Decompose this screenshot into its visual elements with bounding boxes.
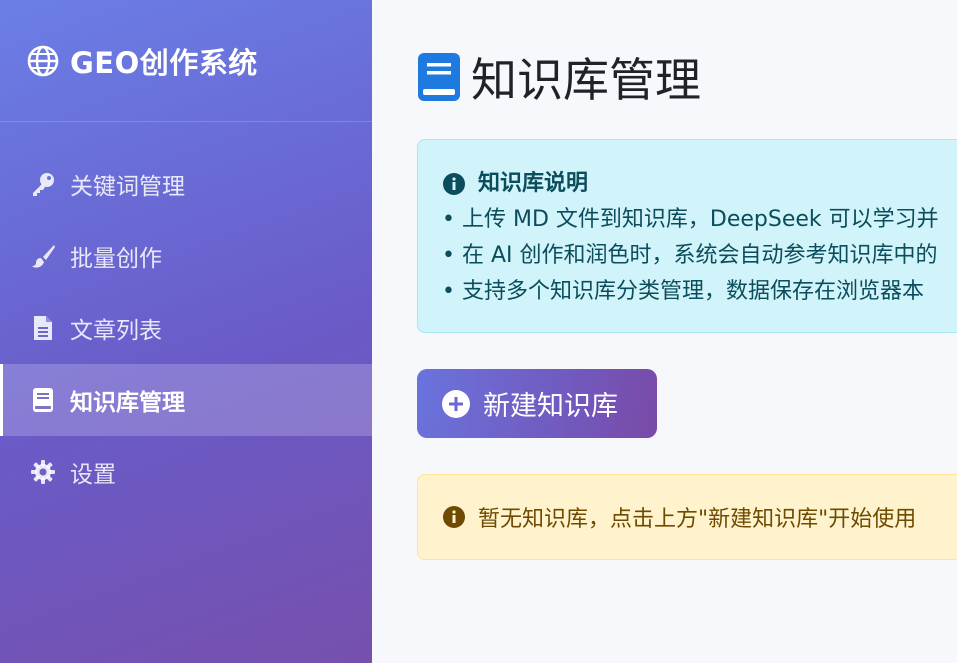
brush-icon bbox=[30, 243, 56, 269]
knowledge-base-info: 知识库说明 • 上传 MD 文件到知识库，DeepSeek 可以学习并 • 在 … bbox=[417, 139, 957, 333]
sidebar-item-label: 文章列表 bbox=[70, 318, 162, 344]
sidebar-item-label: 批量创作 bbox=[70, 246, 162, 272]
app-root: GEO创作系统 关键词管理 批量创作 文章列表 知识库管理 设置 知识库管理 知… bbox=[0, 0, 957, 663]
sidebar-item-label: 设置 bbox=[70, 462, 116, 488]
book-icon bbox=[417, 52, 461, 102]
info-heading-text: 知识库说明 bbox=[478, 171, 589, 196]
info-line: • 支持多个知识库分类管理，数据保存在浏览器本 bbox=[442, 279, 924, 304]
plus-circle-icon bbox=[441, 389, 471, 419]
sidebar-item-label: 关键词管理 bbox=[70, 174, 185, 200]
sidebar-item-batch-create[interactable]: 批量创作 bbox=[0, 220, 372, 292]
info-line: • 上传 MD 文件到知识库，DeepSeek 可以学习并 bbox=[442, 207, 939, 232]
new-knowledge-base-label: 新建知识库 bbox=[483, 391, 618, 421]
main-content: 知识库管理 知识库说明 • 上传 MD 文件到知识库，DeepSeek 可以学习… bbox=[372, 0, 957, 663]
sidebar-item-knowledge-base[interactable]: 知识库管理 bbox=[0, 364, 372, 436]
brand: GEO创作系统 bbox=[0, 0, 372, 122]
sidebar-item-settings[interactable]: 设置 bbox=[0, 436, 372, 508]
sidebar-nav: 关键词管理 批量创作 文章列表 知识库管理 设置 bbox=[0, 148, 372, 508]
info-heading: 知识库说明 bbox=[442, 166, 957, 202]
key-icon bbox=[30, 171, 56, 197]
sidebar-item-articles[interactable]: 文章列表 bbox=[0, 292, 372, 364]
page-title: 知识库管理 bbox=[417, 44, 701, 110]
book-icon bbox=[30, 387, 56, 413]
sidebar: GEO创作系统 关键词管理 批量创作 文章列表 知识库管理 设置 bbox=[0, 0, 372, 663]
empty-notice-text: 暂无知识库，点击上方"新建知识库"开始使用 bbox=[478, 507, 917, 532]
info-icon bbox=[442, 505, 466, 529]
gear-icon bbox=[30, 459, 56, 485]
info-icon bbox=[442, 172, 466, 196]
empty-notice: 暂无知识库，点击上方"新建知识库"开始使用 bbox=[417, 474, 957, 560]
file-icon bbox=[30, 315, 56, 341]
page-title-text: 知识库管理 bbox=[471, 53, 701, 107]
globe-icon bbox=[26, 44, 60, 78]
sidebar-item-label: 知识库管理 bbox=[70, 390, 185, 416]
sidebar-item-keywords[interactable]: 关键词管理 bbox=[0, 148, 372, 220]
info-line: • 在 AI 创作和润色时，系统会自动参考知识库中的 bbox=[442, 243, 938, 268]
new-knowledge-base-button[interactable]: 新建知识库 bbox=[417, 369, 657, 438]
brand-title: GEO创作系统 bbox=[70, 45, 258, 80]
